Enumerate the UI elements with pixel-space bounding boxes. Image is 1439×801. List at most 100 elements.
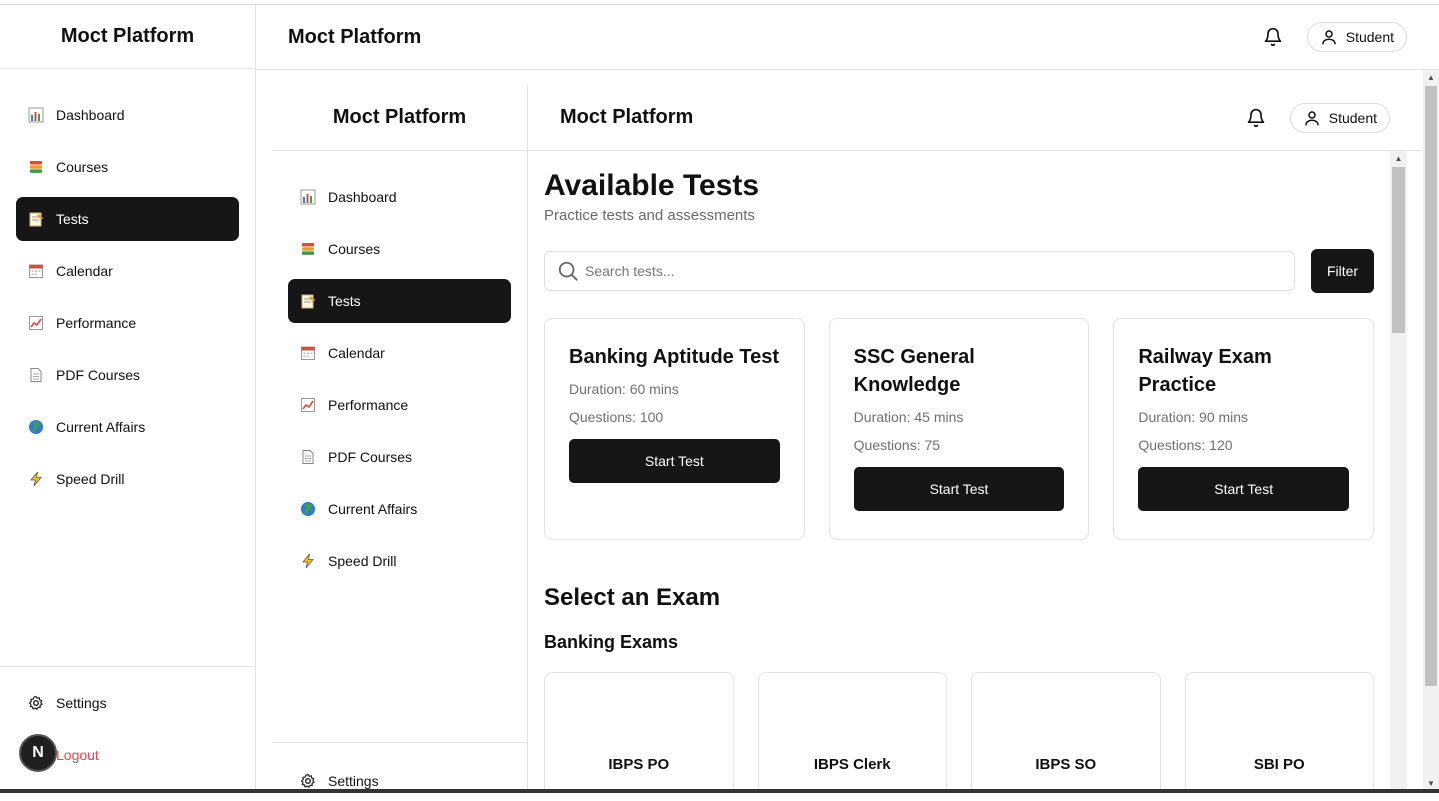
- sidebar-item-tests[interactable]: Tests: [16, 197, 239, 241]
- gear-icon: [28, 695, 44, 711]
- sidebar-item-pdf-courses[interactable]: PDF Courses: [288, 435, 511, 479]
- lightning-icon: [28, 471, 44, 487]
- memo-icon: [28, 211, 44, 227]
- sidebar-item-speed-drill[interactable]: Speed Drill: [288, 539, 511, 583]
- sidebar-item-speed-drill[interactable]: Speed Drill: [16, 457, 239, 501]
- user-menu-button[interactable]: Student: [1306, 22, 1407, 52]
- sidebar-item-label: Calendar: [56, 263, 113, 279]
- document-icon: [300, 449, 316, 465]
- sidebar-item-current-affairs[interactable]: Current Affairs: [16, 405, 239, 449]
- sidebar-item-performance[interactable]: Performance: [16, 301, 239, 345]
- books-icon: [28, 159, 44, 175]
- sidebar-item-dashboard[interactable]: Dashboard: [288, 175, 511, 219]
- scroll-down-arrow[interactable]: ▼: [1423, 776, 1439, 790]
- dev-tools-badge[interactable]: N: [19, 734, 57, 772]
- header-title: Moct Platform: [288, 25, 422, 48]
- sidebar-item-label: Courses: [328, 241, 381, 257]
- exam-label: IBPS Clerk: [813, 756, 891, 773]
- outer-sidebar: Moct Platform Dashboard Courses Tests Ca…: [0, 5, 256, 790]
- exam-card[interactable]: IBPS SO: [971, 672, 1161, 790]
- main-content: Available Tests Practice tests and asses…: [528, 151, 1390, 790]
- test-duration: Duration: 60 mins: [569, 381, 679, 397]
- sidebar-item-tests[interactable]: Tests: [288, 279, 511, 323]
- sidebar-item-label: PDF Courses: [56, 367, 141, 383]
- sidebar-item-label: Speed Drill: [328, 553, 397, 569]
- test-questions: Questions: 100: [569, 409, 664, 425]
- sidebar-item-label: Tests: [328, 293, 361, 309]
- user-icon: [1321, 30, 1336, 45]
- embedded-app-frame: Moct Platform Dashboard Courses Tests Ca…: [272, 85, 1423, 790]
- calendar-icon: [28, 263, 44, 279]
- notification-bell-button[interactable]: [1236, 101, 1276, 135]
- trend-chart-icon: [300, 397, 316, 413]
- sidebar-item-label: Performance: [328, 397, 409, 413]
- logout-label: Logout: [56, 747, 99, 763]
- trend-chart-icon: [28, 315, 44, 331]
- scrollbar-thumb[interactable]: [1425, 86, 1437, 686]
- sidebar-item-label: PDF Courses: [328, 449, 413, 465]
- user-menu-button[interactable]: Student: [1289, 102, 1390, 133]
- sidebar-item-current-affairs[interactable]: Current Affairs: [288, 487, 511, 531]
- test-questions: Questions: 120: [1138, 437, 1233, 453]
- outer-scrollbar[interactable]: ▲ ▼: [1423, 70, 1439, 790]
- document-icon: [28, 367, 44, 383]
- sidebar-item-label: Courses: [56, 159, 109, 175]
- start-test-button[interactable]: Start Test: [569, 439, 780, 483]
- start-test-button[interactable]: Start Test: [1138, 467, 1350, 511]
- scrollbar-thumb[interactable]: [1392, 167, 1405, 333]
- notification-bell-button[interactable]: [1253, 20, 1293, 54]
- inner-header: Moct Platform Student: [528, 85, 1423, 151]
- sidebar-item-label: Dashboard: [328, 189, 397, 205]
- test-duration: Duration: 90 mins: [1138, 409, 1249, 425]
- test-card: SSC General Knowledge Duration: 45 mins …: [828, 318, 1090, 540]
- test-title: SSC General Knowledge: [853, 346, 975, 396]
- search-placeholder: Search tests...: [585, 263, 675, 279]
- settings-link[interactable]: Settings: [16, 681, 239, 725]
- exam-card[interactable]: IBPS PO: [544, 672, 734, 790]
- sidebar-item-performance[interactable]: Performance: [288, 383, 511, 427]
- exam-label: IBPS PO: [608, 756, 670, 773]
- sidebar-brand: Moct Platform: [272, 85, 527, 151]
- filter-button[interactable]: Filter: [1311, 249, 1374, 293]
- inner-nav: Dashboard Courses Tests Calendar Perform…: [272, 151, 527, 607]
- exam-grid: IBPS PO IBPS Clerk IBPS SO SBI PO: [544, 672, 1374, 790]
- scroll-up-arrow[interactable]: ▲: [1390, 151, 1407, 165]
- search-row: Search tests... Filter: [544, 249, 1374, 293]
- sidebar-item-label: Dashboard: [56, 107, 125, 123]
- test-questions: Questions: 75: [853, 437, 941, 453]
- scroll-up-arrow[interactable]: ▲: [1423, 70, 1439, 84]
- sidebar-item-dashboard[interactable]: Dashboard: [16, 93, 239, 137]
- header-title: Moct Platform: [560, 106, 694, 128]
- sidebar-item-label: Current Affairs: [56, 419, 146, 435]
- start-test-button[interactable]: Start Test: [853, 467, 1065, 511]
- exam-card[interactable]: SBI PO: [1184, 672, 1374, 790]
- sidebar-item-courses[interactable]: Courses: [16, 145, 239, 189]
- search-icon: [558, 261, 578, 281]
- test-duration: Duration: 45 mins: [853, 409, 964, 425]
- sidebar-item-calendar[interactable]: Calendar: [16, 249, 239, 293]
- sidebar-item-label: Speed Drill: [56, 471, 125, 487]
- test-title: Railway Exam Practice: [1138, 346, 1272, 396]
- sidebar-item-pdf-courses[interactable]: PDF Courses: [16, 353, 239, 397]
- test-title: Banking Aptitude Test: [569, 346, 779, 368]
- settings-link[interactable]: Settings: [288, 761, 511, 801]
- bell-icon: [1247, 108, 1265, 127]
- inner-scrollbar[interactable]: ▲: [1390, 151, 1407, 790]
- user-icon: [1304, 110, 1319, 125]
- lightning-icon: [300, 553, 316, 569]
- sidebar-item-calendar[interactable]: Calendar: [288, 331, 511, 375]
- exam-card[interactable]: IBPS Clerk: [757, 672, 947, 790]
- exam-label: IBPS SO: [1035, 756, 1097, 773]
- outer-nav: Dashboard Courses Tests Calendar Perform…: [0, 69, 255, 525]
- bell-icon: [1264, 27, 1282, 47]
- bar-chart-icon: [300, 189, 316, 205]
- test-card: Railway Exam Practice Duration: 90 mins …: [1113, 318, 1375, 540]
- sidebar-item-label: Calendar: [328, 345, 385, 361]
- globe-icon: [28, 419, 44, 435]
- search-input[interactable]: Search tests...: [544, 251, 1295, 291]
- page-title: Available Tests: [544, 169, 760, 202]
- sidebar-brand: Moct Platform: [0, 5, 255, 69]
- inner-sidebar: Moct Platform Dashboard Courses Tests Ca…: [272, 85, 528, 790]
- sidebar-item-courses[interactable]: Courses: [288, 227, 511, 271]
- window-bottom-edge: [0, 789, 1439, 793]
